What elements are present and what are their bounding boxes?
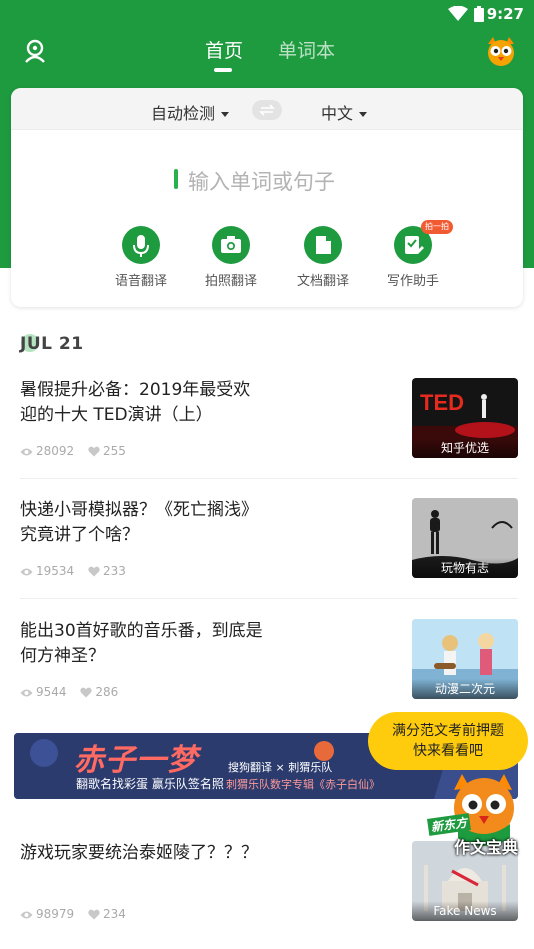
article-meta: 9544 286 bbox=[20, 685, 128, 699]
thumbnail-caption: 玩物有志 bbox=[412, 558, 518, 578]
feed-date: JUL 21 bbox=[20, 334, 84, 354]
chevron-down-icon bbox=[221, 112, 230, 117]
active-tab-indicator bbox=[214, 68, 232, 72]
voice-translate-circle bbox=[122, 226, 160, 264]
heart-icon bbox=[80, 687, 93, 698]
promo-title-tag: 作文宝典 bbox=[454, 838, 519, 857]
article-title: 游戏玩家要统治泰姬陵了？？？ bbox=[20, 843, 258, 863]
chevron-down-icon bbox=[359, 112, 368, 117]
article-title: 能出30首好歌的音乐番，到底是何方神圣？ bbox=[20, 621, 263, 666]
source-language-select[interactable]: 自动检测 bbox=[151, 100, 230, 124]
article-meta: 28092 255 bbox=[20, 444, 136, 458]
battery-icon bbox=[474, 6, 484, 22]
ted-logo-text: TED bbox=[420, 390, 464, 415]
heart-icon bbox=[88, 566, 100, 577]
promo-line-1: 满分范文考前押题 bbox=[392, 723, 504, 739]
article-thumbnail: 玩物有志 bbox=[412, 498, 518, 578]
swap-icon bbox=[259, 104, 275, 116]
writing-assistant-label: 写作助手 bbox=[386, 274, 439, 289]
banner-subtitle: 翻歌名找彩蛋 赢乐队签名照 bbox=[76, 777, 224, 791]
voice-translate-label: 语音翻译 bbox=[114, 274, 167, 289]
status-time: 9:27 bbox=[486, 5, 524, 23]
divider bbox=[20, 478, 518, 479]
banner-headline: 赤子一梦 bbox=[74, 743, 198, 778]
language-bar: 自动检测 中文 bbox=[11, 88, 523, 130]
user-icon[interactable] bbox=[22, 38, 48, 64]
photo-translate-button[interactable]: 拍照翻译 bbox=[193, 226, 269, 290]
promo-line-2: 快来看看吧 bbox=[413, 743, 483, 759]
voice-translate-button[interactable]: 语音翻译 bbox=[103, 226, 179, 290]
eye-icon bbox=[20, 689, 33, 697]
document-icon bbox=[316, 236, 331, 254]
view-count: 9544 bbox=[36, 685, 67, 699]
target-language-label: 中文 bbox=[321, 104, 354, 123]
view-count: 98979 bbox=[36, 907, 75, 921]
like-count: 234 bbox=[103, 907, 126, 921]
document-translate-label: 文档翻译 bbox=[296, 274, 349, 289]
like-count: 233 bbox=[103, 564, 126, 578]
article-meta: 19534 233 bbox=[20, 564, 136, 578]
camera-icon bbox=[221, 236, 241, 253]
article-title: 暑假提升必备：2019年最受欢迎的十大 TED演讲（上） bbox=[20, 380, 251, 425]
tab-home[interactable]: 首页 bbox=[205, 36, 243, 63]
photo-translate-label: 拍照翻译 bbox=[204, 274, 257, 289]
source-language-label: 自动检测 bbox=[151, 104, 216, 123]
promo-bubble[interactable]: 满分范文考前押题 快来看看吧 bbox=[368, 712, 528, 770]
document-translate-button[interactable]: 文档翻译 bbox=[285, 226, 361, 290]
article-item[interactable]: 暑假提升必备：2019年最受欢迎的十大 TED演讲（上） 28092 255 T… bbox=[0, 378, 534, 479]
translate-card: 自动检测 中文 输入单词或句子 语音翻译 拍照翻译 文档翻译 拍一拍 写作助手 bbox=[11, 88, 523, 307]
microphone-icon bbox=[133, 235, 149, 257]
input-placeholder: 输入单词或句子 bbox=[188, 170, 335, 194]
status-bar: 9:27 bbox=[0, 0, 534, 28]
like-count: 255 bbox=[103, 444, 126, 458]
eye-icon bbox=[20, 448, 33, 456]
article-item[interactable]: 能出30首好歌的音乐番，到底是何方神圣？ 9544 286 动漫二次元 bbox=[0, 619, 534, 719]
article-thumbnail: TED 知乎优选 bbox=[412, 378, 518, 458]
eye-icon bbox=[20, 911, 33, 919]
banner-brand: 搜狗翻译 × 刺猬乐队 bbox=[228, 761, 333, 774]
eye-icon bbox=[20, 568, 33, 576]
target-language-select[interactable]: 中文 bbox=[321, 100, 368, 124]
heart-icon bbox=[88, 909, 100, 920]
thumbnail-caption: Fake News bbox=[412, 901, 518, 921]
article-item[interactable]: 快递小哥模拟器？《死亡搁浅》究竟讲了个啥？ 19534 233 玩物有志 bbox=[0, 498, 534, 599]
article-title: 快递小哥模拟器？《死亡搁浅》究竟讲了个啥？ bbox=[20, 500, 258, 545]
view-count: 28092 bbox=[36, 444, 75, 458]
document-translate-circle bbox=[304, 226, 342, 264]
banner-album: 刺猬乐队数字专辑《赤子白仙》 bbox=[226, 778, 380, 791]
top-nav: 首页 单词本 bbox=[0, 30, 534, 80]
wifi-icon bbox=[448, 6, 468, 21]
thumbnail-caption: 知乎优选 bbox=[412, 438, 518, 458]
article-thumbnail: 动漫二次元 bbox=[412, 619, 518, 699]
swap-languages-button[interactable] bbox=[252, 100, 282, 120]
like-count: 286 bbox=[95, 685, 119, 699]
photo-translate-circle bbox=[212, 226, 250, 264]
article-meta: 98979 234 bbox=[20, 907, 136, 921]
writing-assistant-badge: 拍一拍 bbox=[421, 220, 453, 234]
mascot-owl-icon[interactable] bbox=[484, 34, 518, 68]
view-count: 19534 bbox=[36, 564, 75, 578]
tab-vocabulary[interactable]: 单词本 bbox=[278, 36, 335, 63]
promo-mascot[interactable]: 新东方 作文宝典 bbox=[424, 768, 530, 858]
heart-icon bbox=[88, 446, 100, 457]
thumbnail-caption: 动漫二次元 bbox=[412, 679, 518, 699]
text-cursor bbox=[174, 169, 178, 189]
translate-input[interactable]: 输入单词或句子 bbox=[174, 166, 414, 194]
divider bbox=[20, 598, 518, 599]
writing-assistant-button[interactable]: 拍一拍 写作助手 bbox=[375, 220, 453, 290]
